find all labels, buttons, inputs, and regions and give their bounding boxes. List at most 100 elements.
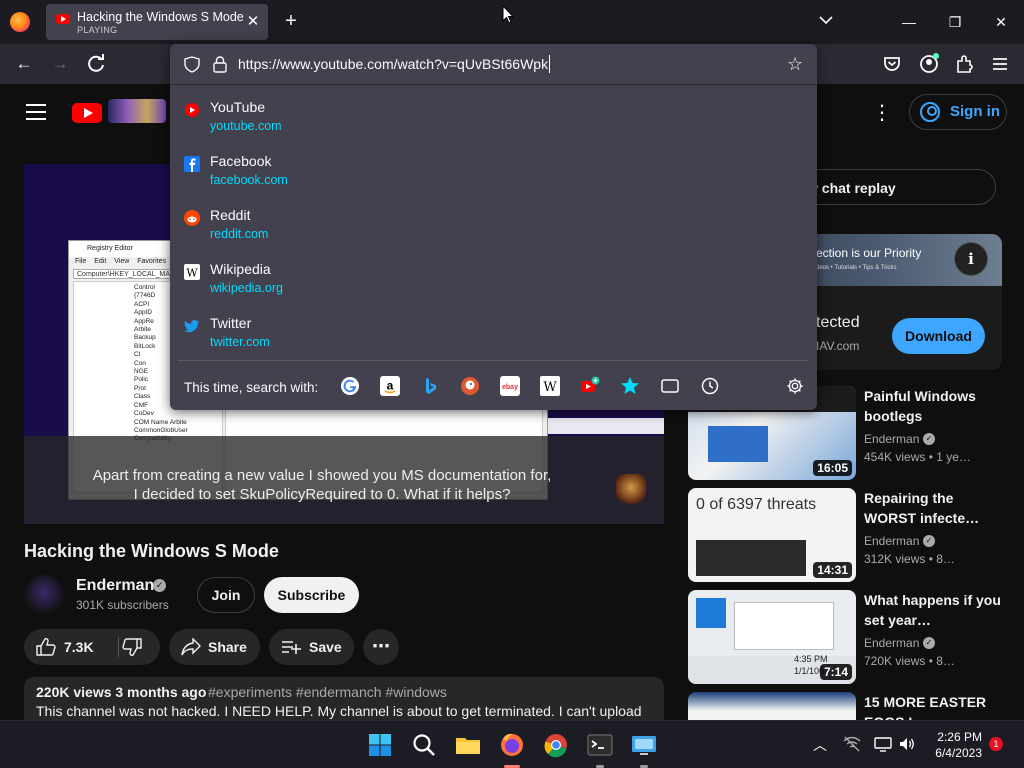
subscribe-button[interactable]: Subscribe [264, 577, 359, 613]
suggestion-url: reddit.com [210, 227, 269, 241]
thumbs-down-icon[interactable] [122, 638, 142, 656]
minimize-button[interactable]: — [886, 0, 932, 44]
youtube-add-search-icon[interactable] [580, 376, 600, 396]
suggestion-url: facebook.com [210, 173, 288, 187]
file-explorer-icon[interactable] [452, 729, 484, 761]
tracking-protection-shield-icon[interactable] [184, 56, 200, 73]
list-all-tabs-chevron-icon[interactable] [818, 12, 834, 28]
chat-replay-label: w chat replay [807, 180, 896, 196]
suggestion-wikipedia[interactable]: W Wikipedia wikipedia.org [178, 256, 808, 306]
like-divider [118, 637, 119, 657]
ad-banner-text: ection is our Priority [816, 246, 922, 260]
thumb-windows-box [708, 426, 768, 462]
volume-speaker-icon[interactable] [898, 735, 916, 753]
show-hidden-icons-chevron-icon[interactable]: ︿ [812, 735, 828, 753]
display-icon[interactable] [874, 735, 892, 753]
video-duration: 16:05 [813, 460, 852, 476]
firefox-icon[interactable] [496, 729, 528, 761]
notification-badge[interactable]: 1 [989, 737, 1003, 751]
maximize-button[interactable]: ❐ [932, 0, 978, 44]
recommended-meta: 312K views • 8… [864, 552, 955, 566]
urlbar-dropdown: https://www.youtube.com/watch?v=qUvBSt66… [170, 44, 817, 410]
hamburger-menu-icon[interactable] [988, 52, 1012, 76]
more-actions-icon[interactable]: ⋯ [363, 629, 399, 665]
terminal-icon[interactable] [584, 729, 616, 761]
bookmark-star-icon[interactable]: ☆ [787, 55, 805, 73]
reload-icon[interactable] [84, 52, 108, 76]
pocket-icon[interactable] [880, 52, 904, 76]
video-thumbnail[interactable]: 0 of 6397 threats 14:31 [688, 488, 856, 582]
suggestion-twitter[interactable]: Twitter twitter.com [178, 310, 808, 360]
suggestion-youtube[interactable]: YouTube youtube.com [178, 94, 808, 144]
like-count[interactable]: 7.3K [64, 629, 94, 665]
search-settings-gear-icon[interactable] [786, 377, 804, 395]
back-arrow-icon[interactable]: ← [12, 52, 36, 76]
verified-check-icon: ✓ [153, 579, 166, 592]
account-icon[interactable] [917, 52, 941, 76]
registry-tree-item: CommonGlobUser [134, 426, 188, 434]
browser-tab-active[interactable]: Hacking the Windows S Mode PLAYING ✕ [46, 4, 268, 40]
ebay-icon[interactable]: ebay [500, 376, 520, 396]
recommended-video[interactable]: 0 of 6397 threats 14:31 Repairing the WO… [688, 488, 1018, 582]
search-icon[interactable] [408, 729, 440, 761]
wikipedia-icon[interactable]: W [540, 376, 560, 396]
video-frame-strip [548, 418, 664, 434]
hashtags[interactable]: #experiments #endermanch #windows [208, 684, 447, 700]
padlock-icon[interactable] [213, 56, 227, 73]
chrome-icon[interactable] [540, 729, 572, 761]
guide-menu-icon[interactable] [26, 104, 46, 120]
thumbs-up-icon[interactable] [36, 638, 56, 656]
extensions-puzzle-icon[interactable] [953, 52, 977, 76]
forward-arrow-icon[interactable]: → [48, 52, 72, 76]
bookmarks-star-icon[interactable] [620, 376, 640, 396]
channel-name[interactable]: Enderman [76, 577, 154, 595]
youtube-doodle-logo[interactable] [108, 99, 166, 123]
google-icon[interactable] [340, 376, 360, 396]
network-offline-icon[interactable] [843, 735, 861, 753]
windows-start-icon[interactable] [364, 729, 396, 761]
like-dislike-group: 7.3K [24, 629, 160, 665]
taskbar-clock-date[interactable]: 6/4/2023 [932, 746, 982, 760]
close-window-button[interactable]: ✕ [978, 0, 1024, 44]
suggestion-reddit[interactable]: Reddit reddit.com [178, 202, 808, 252]
amazon-icon[interactable]: a [380, 376, 400, 396]
bing-icon[interactable] [420, 376, 440, 396]
facebook-icon [184, 156, 200, 172]
reddit-icon [184, 210, 200, 226]
video-thumbnail[interactable]: 4:35 PM 1/1/100 7:14 [688, 590, 856, 684]
video-duration: 14:31 [813, 562, 852, 578]
join-button[interactable]: Join [197, 577, 255, 613]
registry-tree-item: COM Name Arbite [134, 418, 187, 426]
url-input[interactable]: https://www.youtube.com/watch?v=qUvBSt66… [238, 56, 548, 72]
tabs-icon[interactable] [660, 376, 680, 396]
tab-playing-label: PLAYING [77, 25, 118, 35]
share-arrow-icon [181, 638, 201, 656]
share-button[interactable]: Share [169, 629, 260, 665]
tab-close-icon[interactable]: ✕ [244, 13, 262, 31]
remote-desktop-icon[interactable] [628, 729, 660, 761]
text-caret [549, 55, 550, 73]
search-engines-divider [178, 360, 809, 361]
duckduckgo-icon[interactable] [460, 376, 480, 396]
thumb-windows-logo [696, 598, 726, 628]
save-button[interactable]: Save [269, 629, 354, 665]
save-label: Save [309, 639, 342, 655]
svg-text:W: W [186, 267, 198, 280]
channel-avatar[interactable] [24, 575, 64, 615]
recommended-video[interactable]: 4:35 PM 1/1/100 7:14 What happens if you… [688, 590, 1018, 684]
recommended-title: Repairing the WORST infecte… [864, 490, 980, 526]
new-tab-button[interactable]: + [280, 10, 302, 32]
ad-info-icon[interactable] [954, 242, 988, 276]
firefox-menu-icon[interactable] [10, 12, 30, 32]
recommended-channel: Enderman [864, 636, 920, 650]
taskbar-clock-time[interactable]: 2:26 PM [932, 730, 982, 744]
ad-download-button[interactable]: Download [892, 318, 985, 354]
recommended-channel: Enderman [864, 432, 920, 446]
youtube-logo-icon[interactable] [72, 103, 102, 123]
sign-in-button[interactable]: Sign in [909, 94, 1007, 130]
thumb-threats-text: 0 of 6397 threats [696, 496, 817, 513]
recommended-title: Painful Windows bootlegs [864, 388, 976, 424]
settings-kebab-icon[interactable]: ⋮ [872, 102, 892, 124]
suggestion-facebook[interactable]: Facebook facebook.com [178, 148, 808, 198]
history-clock-icon[interactable] [700, 376, 720, 396]
